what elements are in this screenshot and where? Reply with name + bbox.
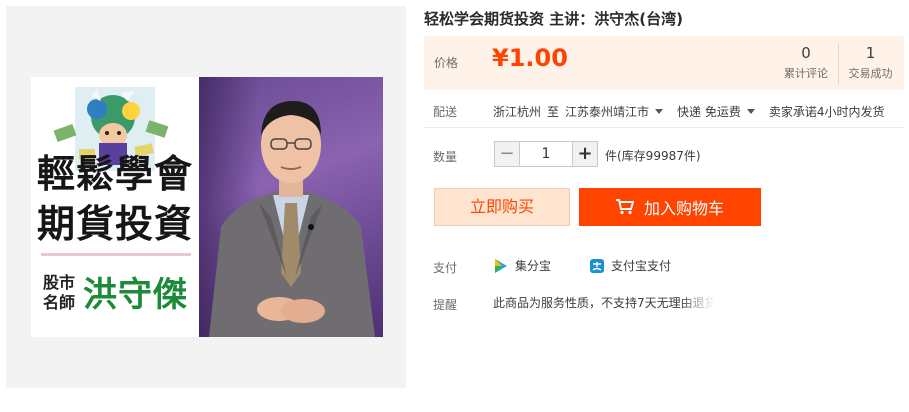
shipping-label: 配送 xyxy=(433,105,458,119)
review-count-stat[interactable]: 0 累计评论 xyxy=(774,44,838,81)
review-count: 0 xyxy=(801,44,811,62)
ship-from: 浙江杭州 xyxy=(493,105,542,119)
payment-jifenbao[interactable]: 集分宝 xyxy=(493,257,551,274)
price-panel: 价格 ¥1.00 0 累计评论 1 交易成功 xyxy=(424,36,904,90)
payment-jifenbao-label: 集分宝 xyxy=(515,259,552,273)
notice-fade-overlay xyxy=(680,290,726,312)
product-image[interactable]: 輕鬆學會 期貨投資 股市名師 洪守傑 xyxy=(31,77,383,337)
payment-alipay[interactable]: 支付宝支付 xyxy=(589,257,671,274)
price-value: ¥1.00 xyxy=(492,44,568,72)
ship-to-word: 至 xyxy=(547,105,560,119)
quantity-input[interactable]: 1 xyxy=(520,141,572,167)
sales-count-label: 交易成功 xyxy=(848,67,893,80)
cover-divider xyxy=(41,253,191,256)
ship-method-select[interactable]: 快递 免运费 xyxy=(677,103,741,120)
quantity-label: 数量 xyxy=(433,150,458,164)
quantity-decrease-button[interactable]: − xyxy=(494,141,520,167)
jifenbao-icon xyxy=(495,258,507,273)
ship-destination-select[interactable]: 江苏泰州靖江市 xyxy=(565,103,649,120)
shopping-cart-icon xyxy=(615,199,634,215)
buy-now-button[interactable]: 立即购买 xyxy=(434,188,570,226)
cover-host-name: 洪守傑 xyxy=(83,275,188,315)
add-to-cart-label: 加入购物车 xyxy=(643,199,724,218)
quantity-increase-button[interactable]: + xyxy=(572,141,598,167)
review-count-label: 累计评论 xyxy=(784,67,828,80)
chevron-down-icon[interactable] xyxy=(655,109,664,114)
price-label: 价格 xyxy=(434,56,459,70)
host-photo xyxy=(199,77,383,337)
alipay-icon xyxy=(590,258,604,273)
notice-label: 提醒 xyxy=(433,298,458,312)
payment-alipay-label: 支付宝支付 xyxy=(611,259,672,273)
sales-count: 1 xyxy=(865,44,876,62)
presenter-illustration xyxy=(209,101,375,337)
ship-promise: 卖家承诺4小时内发货 xyxy=(768,105,885,119)
payment-label: 支付 xyxy=(433,261,458,275)
quantity-stepper: − 1 + xyxy=(494,141,598,167)
add-to-cart-button[interactable]: 加入购物车 xyxy=(579,188,761,226)
chevron-down-icon[interactable] xyxy=(746,109,755,114)
cover-graphic: 輕鬆學會 期貨投資 股市名師 洪守傑 xyxy=(31,77,199,337)
stock-text: 件(库存99987件) xyxy=(605,149,701,163)
product-title: 轻松学会期货投资 主讲：洪守杰(台湾) xyxy=(424,10,683,28)
cover-headline-line1: 輕鬆學會 xyxy=(36,151,193,196)
shipping-row: 浙江杭州 至 江苏泰州靖江市 快递 免运费 卖家承诺4小时内发货 xyxy=(493,103,891,120)
sales-count-stat[interactable]: 1 交易成功 xyxy=(838,44,902,84)
cover-label-small: 股市名師 xyxy=(43,273,76,312)
product-image-panel: 輕鬆學會 期貨投資 股市名師 洪守傑 xyxy=(6,6,406,388)
section-divider xyxy=(424,127,904,128)
cover-headline-line2: 期貨投資 xyxy=(36,201,193,246)
